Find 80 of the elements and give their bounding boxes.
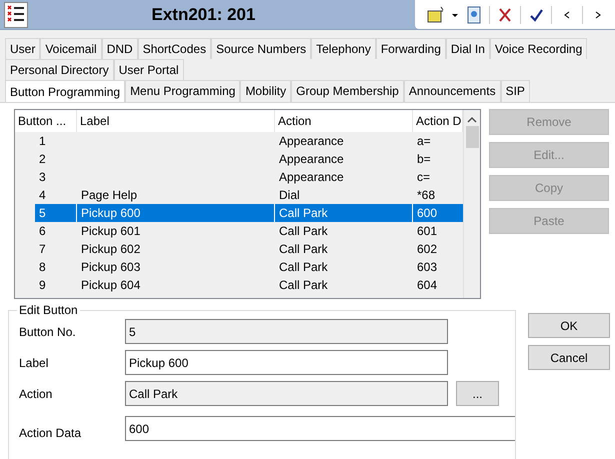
- tab[interactable]: Personal Directory: [5, 59, 114, 80]
- table-cell-text: 8: [38, 259, 47, 276]
- table-cell-text: b=: [416, 151, 432, 168]
- table-row[interactable]: 1 Appearance a=: [35, 132, 463, 150]
- tab[interactable]: Button Programming: [5, 80, 126, 102]
- table-row[interactable]: 8 Pickup 603 Call Park 603: [35, 258, 463, 276]
- tab[interactable]: DND: [102, 38, 138, 59]
- table-row[interactable]: 6 Pickup 601 Call Park 601: [35, 222, 463, 240]
- tab[interactable]: SIP: [500, 80, 530, 102]
- tab[interactable]: Source Numbers: [211, 38, 312, 59]
- table-cell-text: 602: [416, 241, 438, 258]
- table-cell-text: Call Park: [278, 277, 329, 294]
- table-cell: 5: [35, 204, 77, 222]
- input-field[interactable]: 600: [125, 416, 515, 441]
- table-cell-text: 6: [38, 223, 47, 240]
- table-cell-text: *68: [416, 187, 436, 204]
- input-field[interactable]: Pickup 600: [125, 350, 448, 375]
- table-cell-text: 600: [416, 205, 438, 222]
- table-cell-text: 601: [416, 223, 438, 240]
- app-menu-icon[interactable]: [4, 2, 28, 28]
- table-cell-text: 9: [38, 277, 47, 294]
- table-row[interactable]: 2 Appearance b=: [35, 150, 463, 168]
- input-field[interactable]: Call Park: [125, 381, 448, 406]
- table-cell-text: c=: [416, 169, 432, 186]
- field-label: Label: [19, 356, 50, 370]
- tab[interactable]: User Portal: [114, 59, 184, 80]
- tab[interactable]: Menu Programming: [125, 80, 240, 102]
- tab[interactable]: Mobility: [240, 80, 292, 102]
- table-cell-text: Pickup 601: [80, 223, 142, 240]
- group-title: Edit Button: [18, 303, 79, 317]
- table-cell-text: 1: [38, 133, 47, 150]
- table-cell: Pickup 600: [77, 204, 275, 222]
- column-header[interactable]: Button ...: [15, 110, 77, 132]
- column-header[interactable]: Label: [77, 110, 275, 132]
- table-cell-text: 603: [416, 259, 438, 276]
- browse-button[interactable]: ...: [456, 381, 499, 406]
- table-row[interactable]: 3 Appearance c=: [35, 168, 463, 186]
- table-cell-text: Appearance: [278, 151, 345, 168]
- field-label: Action Data: [19, 426, 82, 440]
- table-row[interactable]: 5 Pickup 600 Call Park 600: [35, 204, 463, 222]
- field-label: Action: [19, 386, 54, 400]
- input-field[interactable]: 5: [125, 319, 448, 344]
- scroll-up-icon[interactable]: [467, 116, 477, 124]
- table-cell-text: 2: [38, 151, 47, 168]
- table-cell-text: 4: [38, 187, 47, 204]
- table-cell-text: 3: [38, 169, 47, 186]
- table-cell-text: Call Park: [278, 241, 329, 258]
- tab[interactable]: Dial In: [446, 38, 490, 59]
- scroll-thumb[interactable]: [466, 126, 478, 148]
- table-cell: Call Park: [275, 204, 413, 222]
- field-label: Button No.: [19, 324, 77, 338]
- table-cell-text: Pickup 604: [80, 277, 142, 294]
- tab[interactable]: Telephony: [311, 38, 376, 59]
- table-cell-text: Appearance: [278, 169, 345, 186]
- table-row[interactable]: 4 Page Help Dial *68: [35, 186, 463, 204]
- table-cell-text: Pickup 603: [80, 259, 142, 276]
- table-cell-text: Call Park: [278, 259, 329, 276]
- window-title: Extn201: 201: [150, 4, 256, 26]
- table-cell-text: 7: [38, 241, 47, 258]
- column-header[interactable]: Action: [275, 110, 413, 132]
- tab[interactable]: User: [5, 38, 40, 59]
- document-icon[interactable]: [465, 4, 483, 24]
- table-cell-text: a=: [416, 133, 432, 150]
- table-cell-text: Dial: [278, 187, 301, 204]
- table-cell-text: 604: [416, 277, 438, 294]
- dialog-button[interactable]: OK: [528, 313, 610, 338]
- tab[interactable]: Forwarding: [376, 38, 446, 59]
- table-cell-text: Pickup 602: [80, 241, 142, 258]
- scrollbar[interactable]: [463, 110, 480, 298]
- tab[interactable]: ShortCodes: [138, 38, 212, 59]
- tab[interactable]: Voicemail: [40, 38, 102, 59]
- tab[interactable]: Group Membership: [291, 80, 404, 102]
- table-cell-text: Appearance: [278, 133, 345, 150]
- table-row[interactable]: 9 Pickup 604 Call Park 604: [35, 276, 463, 294]
- table-row[interactable]: 7 Pickup 602 Call Park 602: [35, 240, 463, 258]
- tab[interactable]: Voice Recording: [490, 38, 588, 59]
- tab[interactable]: Announcements: [404, 80, 501, 102]
- table-cell-text: Page Help: [80, 187, 138, 204]
- dialog-button[interactable]: Cancel: [528, 345, 610, 370]
- table-cell-text: Call Park: [278, 223, 329, 240]
